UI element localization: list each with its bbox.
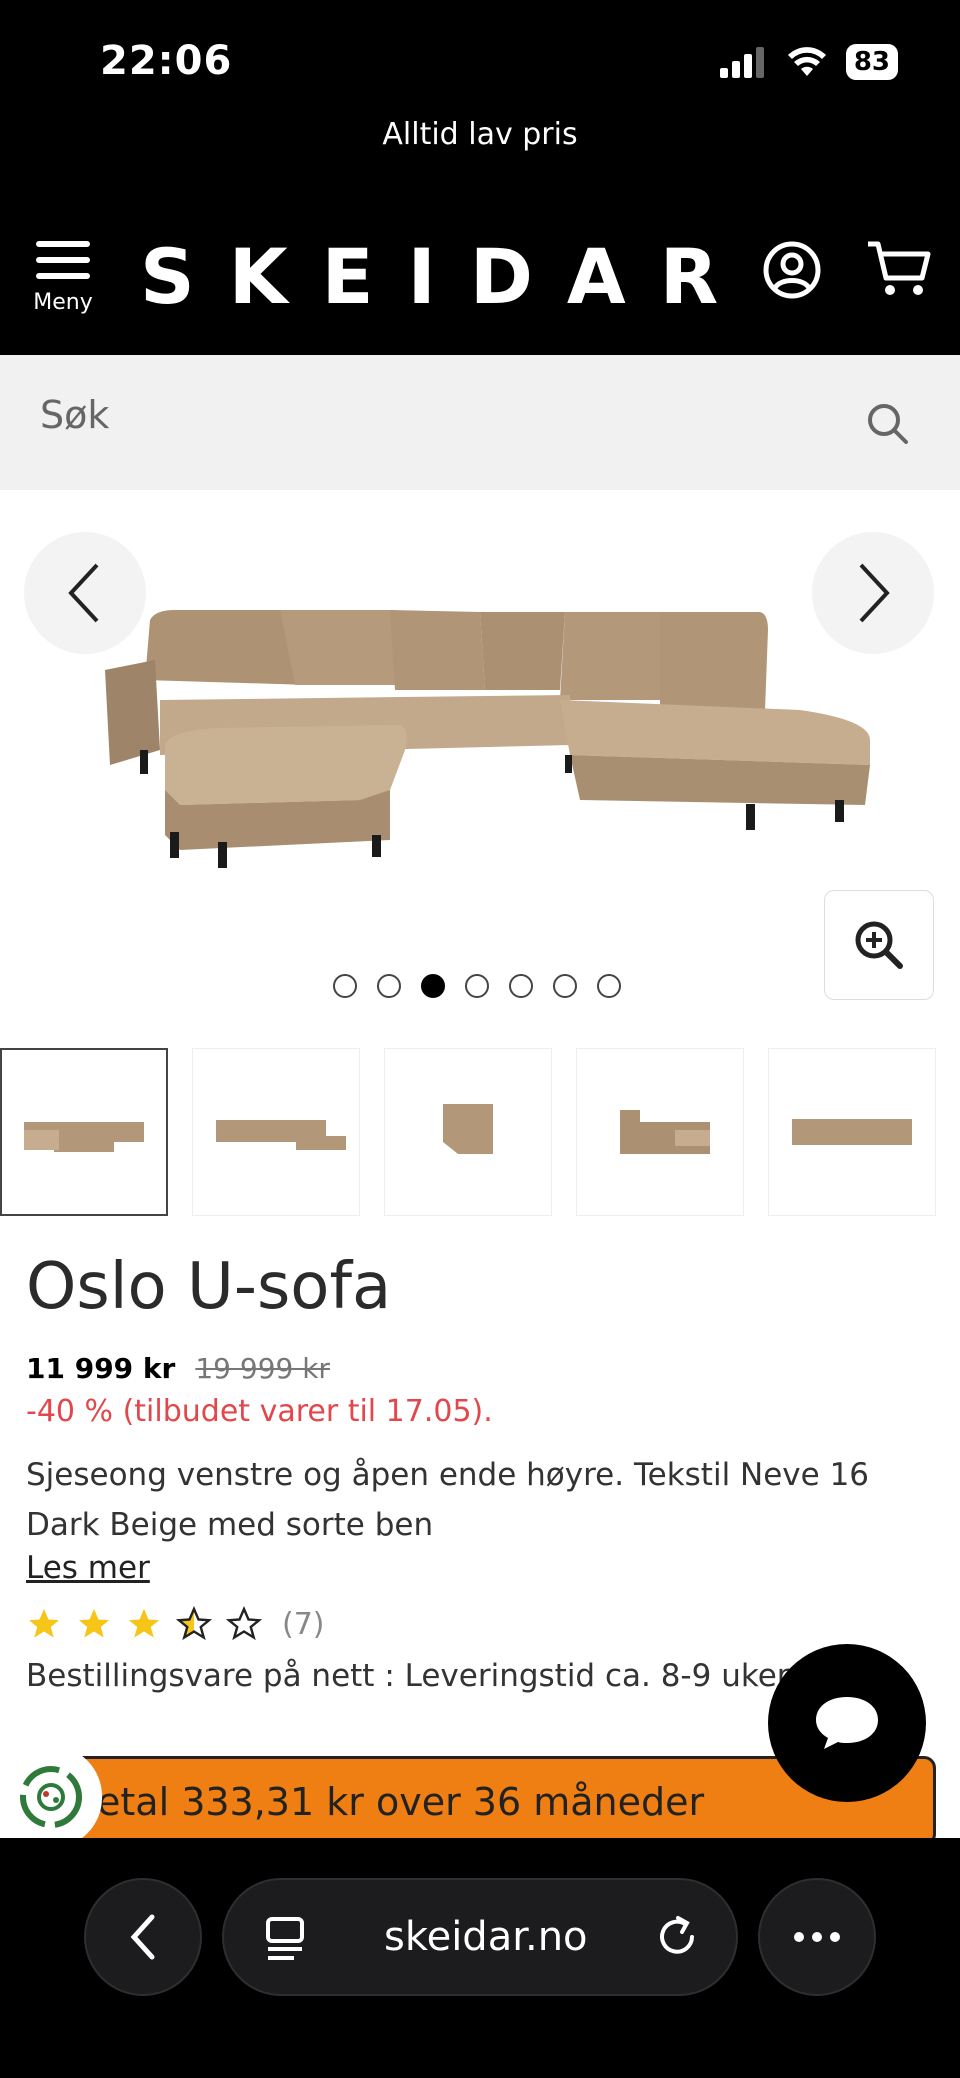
recycle-icon xyxy=(20,1766,82,1828)
browser-toolbar: skeidar.no xyxy=(0,1838,960,2078)
dot xyxy=(794,1932,804,1942)
status-time: 22:06 xyxy=(100,38,233,84)
gallery-dot[interactable] xyxy=(509,974,533,998)
original-price: 19 999 kr xyxy=(195,1352,330,1385)
star-full-icon xyxy=(79,1609,109,1638)
delivery-info: Bestillingsvare på nett : Leveringstid c… xyxy=(26,1658,790,1694)
product-title: Oslo U-sofa xyxy=(26,1250,392,1324)
sofa-thumbnail xyxy=(216,1120,346,1150)
site-logo[interactable]: SKEIDAR xyxy=(140,232,752,321)
sofa-thumbnail xyxy=(24,1122,144,1152)
product-page: Oslo U-sofa 11 999 kr 19 999 kr -40 % (t… xyxy=(0,490,960,1838)
search-icon[interactable] xyxy=(866,402,910,446)
previous-image-button[interactable] xyxy=(24,532,146,654)
thumbnail-5[interactable] xyxy=(768,1048,936,1216)
url-text: skeidar.no xyxy=(384,1914,588,1960)
current-price: 11 999 kr xyxy=(26,1352,176,1385)
gallery-dot[interactable] xyxy=(597,974,621,998)
discount-text: -40 % (tilbudet varer til 17.05). xyxy=(26,1394,493,1429)
product-gallery[interactable] xyxy=(0,490,960,1030)
product-image[interactable] xyxy=(100,550,880,870)
chat-button[interactable] xyxy=(768,1644,926,1802)
more-options-button[interactable] xyxy=(758,1878,876,1996)
status-bar: 22:06 83 xyxy=(0,0,960,110)
zoom-in-icon xyxy=(855,921,903,969)
thumbnail-4[interactable] xyxy=(576,1048,744,1216)
gallery-dot[interactable] xyxy=(553,974,577,998)
chevron-right-icon xyxy=(859,563,890,623)
sofa-thumbnail xyxy=(620,1110,710,1154)
dot xyxy=(812,1932,822,1942)
chevron-left-icon xyxy=(68,563,99,623)
star-empty-icon xyxy=(226,1606,262,1641)
gallery-pagination xyxy=(333,974,621,998)
zoom-button[interactable] xyxy=(824,890,934,1000)
sofa-thumbnail xyxy=(792,1119,912,1145)
gallery-dot[interactable] xyxy=(465,974,489,998)
read-more-link[interactable]: Les mer xyxy=(26,1550,150,1586)
product-description: Sjeseong venstre og åpen ende høyre. Tek… xyxy=(26,1457,870,1543)
chevron-left-icon xyxy=(130,1914,155,1960)
thumbnail-strip xyxy=(0,1048,960,1216)
wifi-icon xyxy=(787,47,826,76)
browser-back-button[interactable] xyxy=(84,1878,202,1996)
promo-banner: Alltid lav pris xyxy=(0,110,960,170)
price-row: 11 999 kr 19 999 kr xyxy=(26,1352,330,1385)
page-menu-icon[interactable] xyxy=(264,1916,310,1962)
dot xyxy=(830,1932,840,1942)
rating-count: (7) xyxy=(282,1606,325,1642)
thumbnail-2[interactable] xyxy=(192,1048,360,1216)
gallery-dot[interactable] xyxy=(333,974,357,998)
thumbnail-3[interactable] xyxy=(384,1048,552,1216)
address-bar[interactable]: skeidar.no xyxy=(222,1878,738,1996)
eco-badge[interactable] xyxy=(0,1746,102,1838)
search-bar[interactable]: Søk xyxy=(0,355,960,490)
thumbnail-1[interactable] xyxy=(0,1048,168,1216)
product-rating[interactable]: (7) xyxy=(26,1606,325,1642)
account-icon[interactable] xyxy=(762,240,822,300)
hamburger-icon xyxy=(36,241,90,247)
reload-icon[interactable] xyxy=(654,1914,700,1960)
status-icons: 83 xyxy=(719,44,898,80)
cart-icon[interactable] xyxy=(866,238,932,300)
star-half-icon xyxy=(176,1606,212,1641)
menu-label: Meny xyxy=(33,290,93,315)
gallery-dot-active[interactable] xyxy=(421,974,445,998)
gallery-dot[interactable] xyxy=(377,974,401,998)
search-input[interactable]: Søk xyxy=(40,393,109,437)
next-image-button[interactable] xyxy=(812,532,934,654)
signal-icon xyxy=(719,47,764,78)
site-header: Meny SKEIDAR xyxy=(0,170,960,355)
star-full-icon xyxy=(29,1609,59,1638)
chat-bubble-icon xyxy=(816,1697,878,1749)
sofa-thumbnail xyxy=(443,1104,493,1154)
menu-button[interactable]: Meny xyxy=(28,236,98,315)
battery-indicator: 83 xyxy=(845,44,898,80)
star-full-icon xyxy=(129,1609,159,1638)
